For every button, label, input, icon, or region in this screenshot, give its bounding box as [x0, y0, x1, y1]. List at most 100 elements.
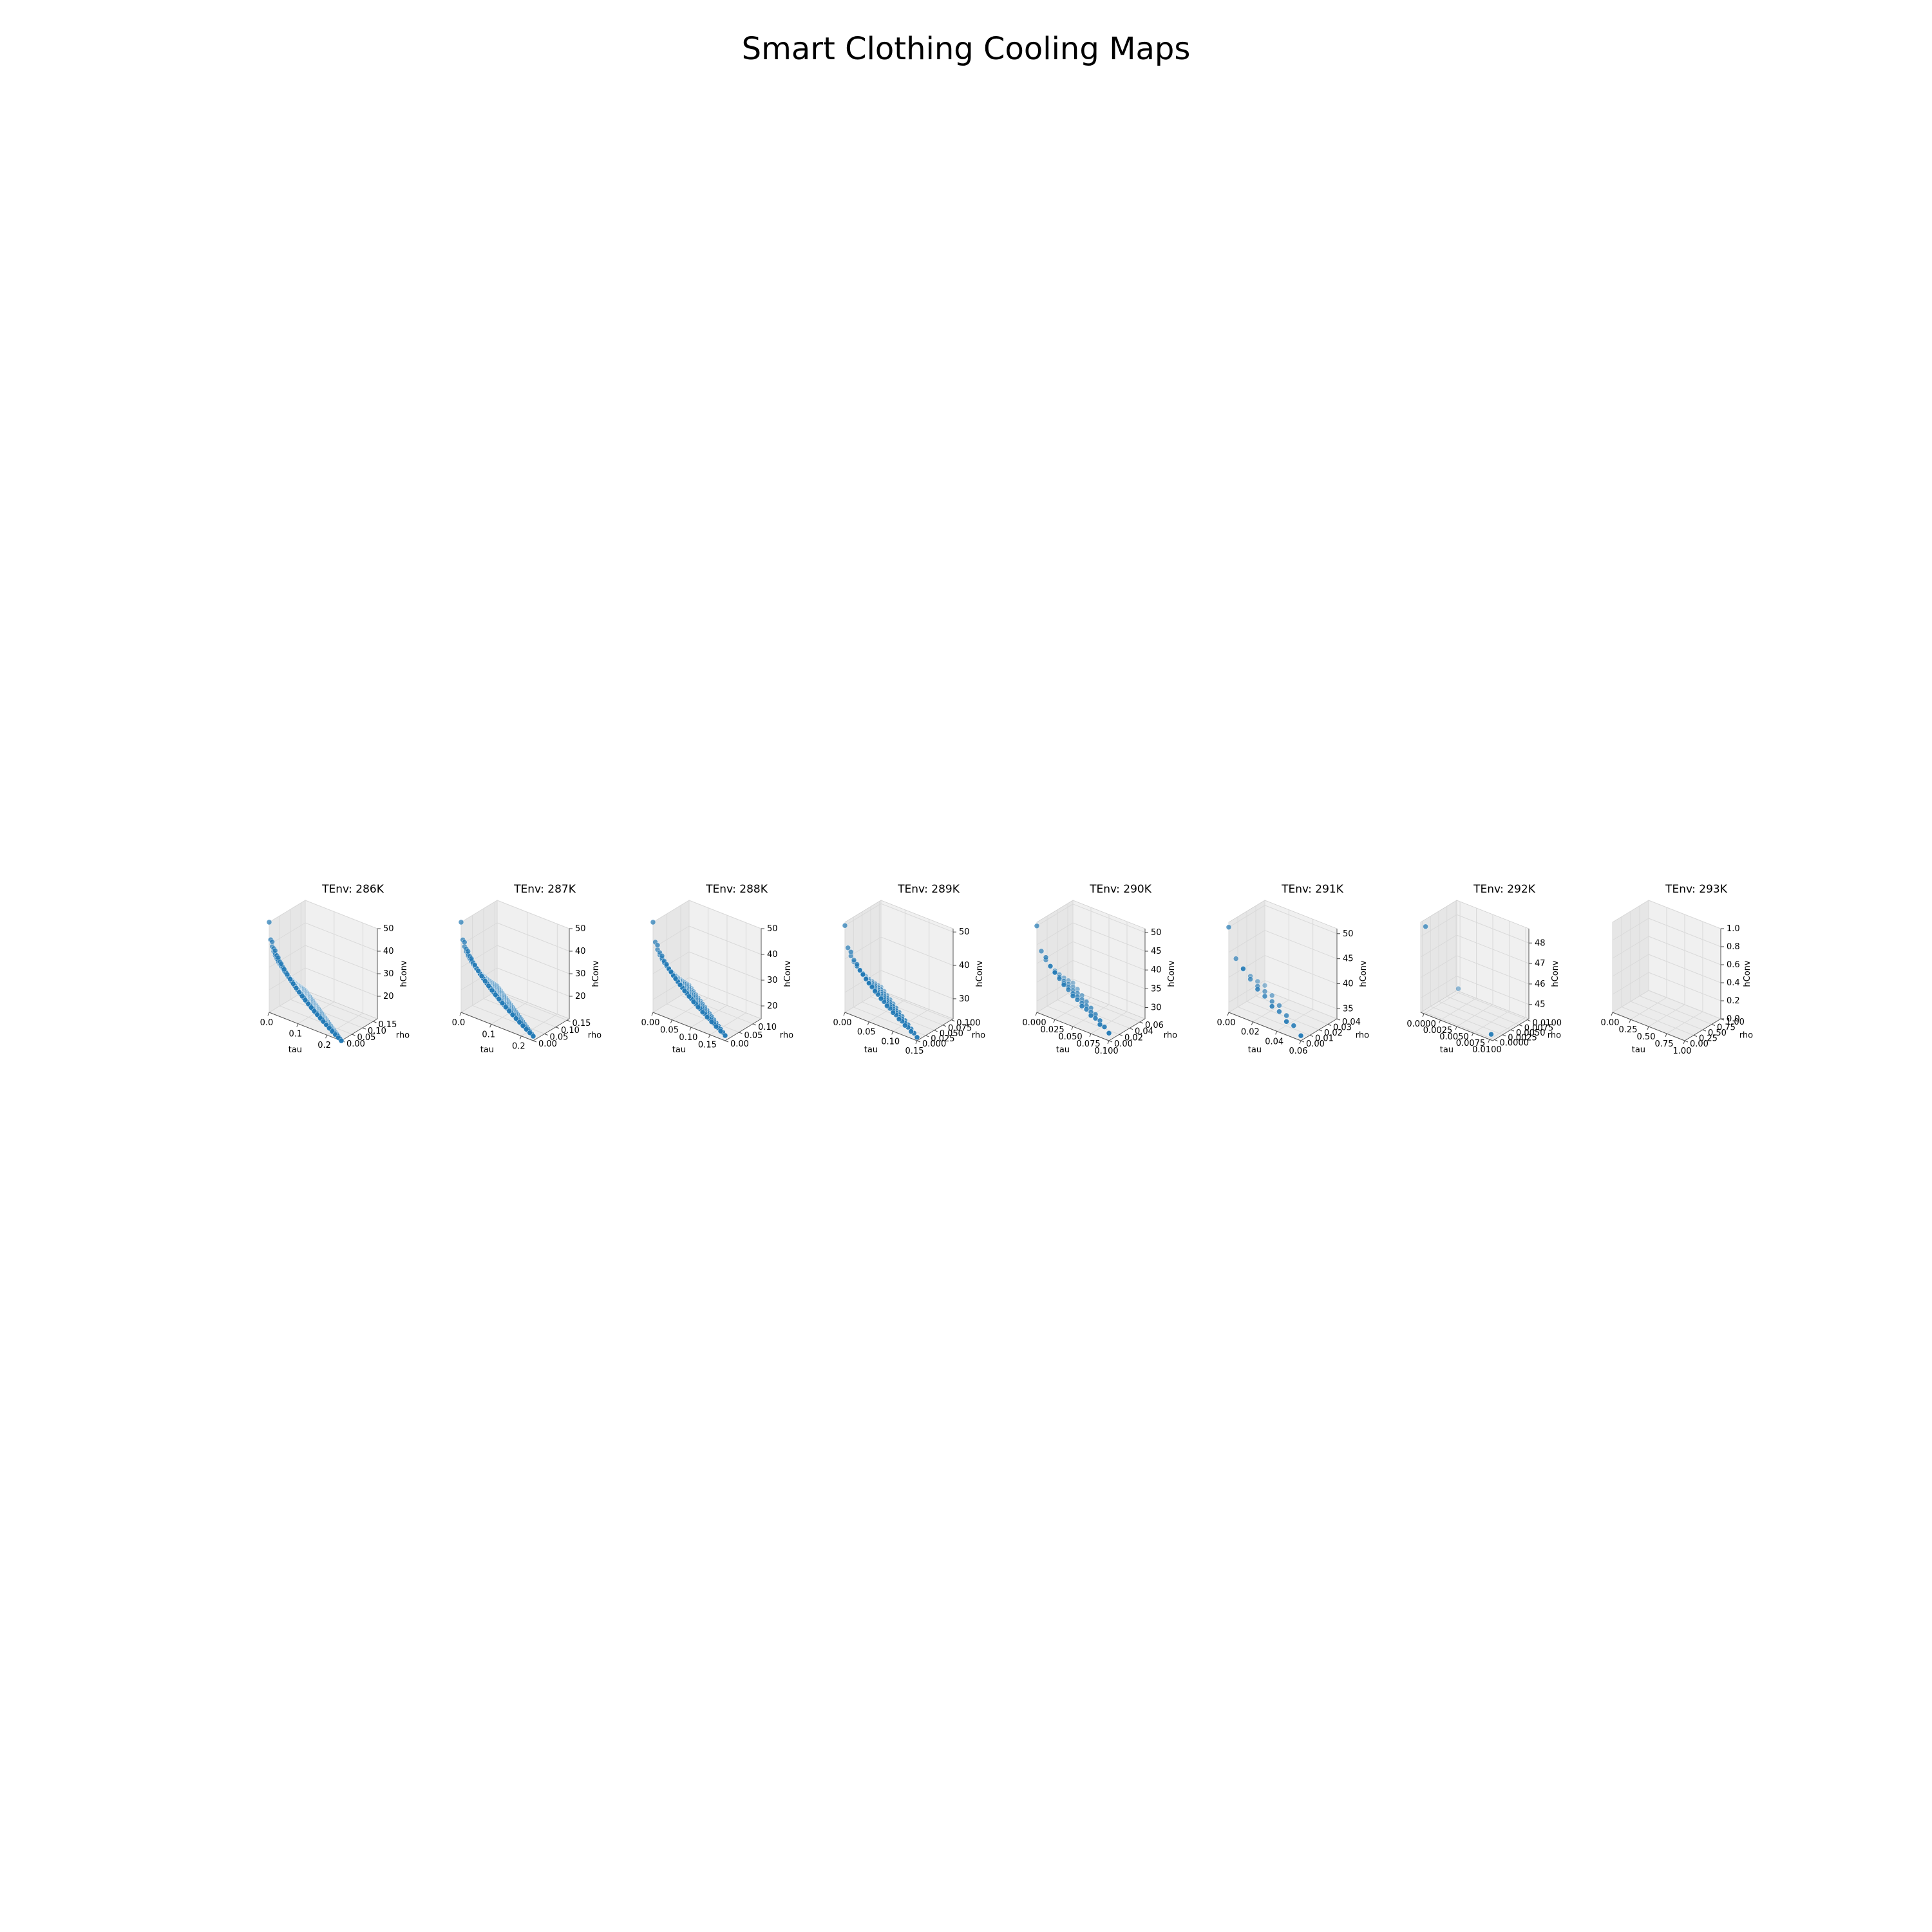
y-tick-mark	[1119, 1034, 1123, 1036]
x-tick-mark	[1227, 1012, 1229, 1016]
data-point	[659, 952, 665, 959]
z-tick-label: 0.6	[1727, 960, 1740, 970]
x-tick-mark	[708, 1034, 710, 1038]
data-point	[1255, 978, 1261, 985]
z-tick-label: 0.8	[1727, 942, 1740, 952]
data-point	[269, 939, 276, 945]
x-tick-label: 0.15	[698, 1041, 717, 1050]
x-tick-mark	[1629, 1019, 1631, 1023]
x-tick-mark	[1089, 1033, 1092, 1037]
x-axis-label: tau	[480, 1045, 494, 1055]
z-tick-label: 50	[575, 924, 586, 934]
x-tick-mark	[689, 1027, 692, 1031]
y-tick-mark	[1527, 1019, 1531, 1022]
x-tick-mark	[1299, 1040, 1302, 1045]
x-tick-label: 0.00	[641, 1018, 660, 1028]
y-tick-label: 0.15	[378, 1020, 397, 1030]
z-tick-label: 0.0	[1727, 1014, 1740, 1024]
y-tick-label: 0.06	[1145, 1021, 1164, 1030]
x-axis-label: tau	[1632, 1045, 1645, 1055]
y-tick-label: 0.0100	[1533, 1019, 1562, 1028]
y-tick-mark	[1494, 1039, 1498, 1041]
z-tick-label: 40	[767, 950, 778, 960]
y-tick-label: 0.100	[956, 1019, 980, 1028]
x-tick-label: 0.05	[660, 1026, 679, 1036]
data-point	[717, 1028, 724, 1034]
data-point	[914, 1034, 920, 1041]
data-point	[1043, 954, 1049, 960]
y-tick-label: 0.05	[744, 1031, 763, 1041]
z-tick-label: 40	[1151, 965, 1162, 975]
scatter-3d-plot: 0.000.050.100.150.0000.0250.0500.0750.10…	[833, 900, 985, 1056]
z-tick-label: 30	[383, 969, 394, 979]
data-point	[1269, 1003, 1275, 1009]
data-point	[1283, 1012, 1289, 1019]
y-tick-mark	[1684, 1040, 1689, 1043]
z-axis-label: hConv	[1359, 960, 1368, 987]
x-tick-mark	[1488, 1039, 1490, 1043]
x-tick-mark	[843, 1012, 846, 1016]
z-tick-label: 45	[1535, 1000, 1546, 1010]
data-point	[461, 939, 468, 945]
data-point	[530, 1033, 536, 1039]
data-point	[1038, 948, 1045, 954]
y-tick-mark	[567, 1019, 571, 1022]
x-tick-mark	[1439, 1019, 1441, 1024]
x-axis-label: tau	[1440, 1045, 1454, 1055]
y-tick-mark	[533, 1040, 537, 1043]
z-tick-label: 50	[959, 927, 970, 937]
z-tick-label: 30	[767, 976, 778, 985]
scatter-3d-plot: 0.00000.00250.00500.00750.01000.00000.00…	[1406, 900, 1562, 1055]
z-tick-label: 45	[1151, 947, 1162, 956]
data-point	[465, 948, 471, 954]
y-tick-mark	[1309, 1035, 1314, 1037]
x-tick-mark	[1071, 1026, 1074, 1030]
z-tick-label: 30	[575, 969, 586, 979]
x-tick-mark	[325, 1035, 328, 1039]
z-tick-label: 20	[383, 992, 394, 1001]
y-axis-label: rho	[396, 1030, 410, 1040]
data-point	[1034, 923, 1040, 929]
x-axis-label: tau	[289, 1045, 302, 1055]
x-tick-label: 0.50	[1637, 1032, 1656, 1042]
data-point	[1247, 976, 1253, 982]
z-tick-label: 46	[1535, 980, 1546, 989]
z-tick-label: 40	[575, 947, 586, 956]
data-point	[1070, 993, 1076, 999]
data-point	[722, 1032, 728, 1039]
x-tick-label: 0.06	[1289, 1046, 1308, 1056]
x-tick-mark	[1647, 1026, 1649, 1030]
x-tick-label: 0.15	[905, 1046, 924, 1056]
data-point	[654, 942, 661, 949]
x-tick-mark	[267, 1012, 270, 1016]
scatter-3d-plot: 0.00.10.2 0.000.050.100.1520304050taurhoh…	[452, 900, 601, 1055]
data-point	[475, 968, 482, 974]
data-point	[1262, 993, 1268, 999]
data-point	[1088, 1012, 1094, 1019]
data-point	[686, 994, 692, 999]
data-point	[1052, 969, 1058, 976]
y-tick-label: 0.00	[730, 1039, 749, 1049]
x-tick-mark	[459, 1012, 462, 1016]
data-point	[1298, 1032, 1304, 1039]
x-tick-mark	[867, 1021, 869, 1025]
x-axis-label: tau	[1248, 1045, 1262, 1055]
data-point	[699, 1009, 706, 1015]
data-point	[458, 919, 464, 925]
x-tick-mark	[670, 1019, 672, 1023]
data-point	[1276, 1009, 1282, 1014]
x-tick-label: 0.2	[317, 1041, 331, 1050]
y-tick-mark	[352, 1034, 355, 1036]
data-point	[272, 947, 278, 954]
z-tick-label: 40	[383, 947, 394, 956]
data-point	[486, 983, 492, 989]
x-tick-label: 0.00	[1217, 1018, 1236, 1028]
x-tick-mark	[1683, 1040, 1685, 1045]
data-point	[1240, 965, 1246, 972]
y-tick-mark	[942, 1025, 947, 1027]
data-point	[275, 954, 281, 961]
y-tick-mark	[555, 1027, 560, 1029]
data-point	[1488, 1031, 1494, 1037]
x-tick-label: 0.10	[881, 1037, 900, 1046]
x-tick-mark	[1471, 1032, 1473, 1037]
